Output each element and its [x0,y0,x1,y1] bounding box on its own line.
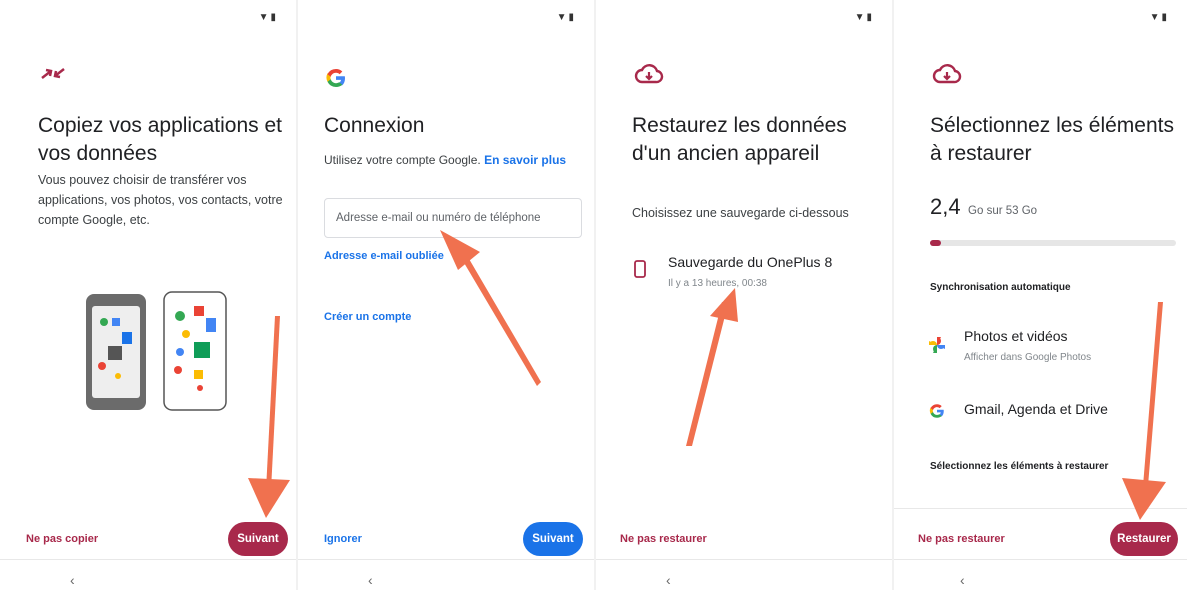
google-apps-title: Gmail, Agenda et Drive [964,401,1108,417]
back-icon[interactable]: ‹ [666,572,671,588]
nav-divider [894,559,1187,560]
skip-button[interactable]: Ignorer [324,533,362,545]
nav-divider [298,559,594,560]
status-bar: ▼▮ [855,12,874,23]
phone-icon [634,260,646,278]
back-icon[interactable]: ‹ [368,572,373,588]
forgot-email-link[interactable]: Adresse e-mail oubliée [324,250,444,262]
screen-copy-apps: ▼▮ Copiez vos applications et vos donnée… [0,0,296,590]
screen-restore-data: ▼▮ Restaurez les données d'un ancien app… [596,0,892,590]
photos-item[interactable]: Photos et vidéos Afficher dans Google Ph… [924,322,1174,368]
skip-restore-button[interactable]: Ne pas restaurer [620,533,707,545]
google-logo-icon [929,404,944,418]
wifi-icon: ▼ [258,12,271,23]
screen-select-items: ▼▮ Sélectionnez les éléments à restaurer… [894,0,1187,590]
next-button[interactable]: Suivant [228,522,288,556]
storage-progress-bar [930,240,1176,246]
restore-button[interactable]: Restaurer [1110,522,1178,556]
page-title: Restaurez les données d'un ancien appare… [632,114,847,165]
battery-icon: ▮ [1161,12,1169,23]
next-button[interactable]: Suivant [523,522,583,556]
learn-more-link[interactable]: En savoir plus [484,153,566,167]
wifi-icon: ▼ [1149,12,1162,23]
google-apps-item[interactable]: Gmail, Agenda et Drive [924,398,1174,424]
back-icon[interactable]: ‹ [960,572,965,588]
nav-divider [596,559,892,560]
storage-progress-fill [930,240,942,246]
skip-restore-button[interactable]: Ne pas restaurer [918,533,1005,545]
status-bar: ▼▮ [557,12,576,23]
email-input[interactable]: Adresse e-mail ou numéro de téléphone [324,198,582,238]
backup-item[interactable]: Sauvegarde du OnePlus 8 Il y a 13 heures… [626,248,876,298]
backup-time: Il y a 13 heures, 00:38 [668,278,767,289]
photos-subtitle: Afficher dans Google Photos [964,352,1092,363]
select-items-heading: Sélectionnez les éléments à restaurer [930,461,1109,472]
page-subtitle: Utilisez votre compte Google. En savoir … [324,150,566,170]
choose-backup-prompt: Choisissez une sauvegarde ci-dessous [632,206,849,220]
battery-icon: ▮ [568,12,576,23]
cloud-download-icon [634,64,664,84]
page-description: Vous pouvez choisir de transférer vos ap… [38,173,283,227]
page-title: Connexion [324,114,425,137]
action-divider [894,508,1187,509]
subtitle-text: Utilisez votre compte Google. [324,153,481,167]
wifi-icon: ▼ [556,12,569,23]
page-title: Copiez vos applications et vos données [38,114,282,165]
transfer-arrows-icon [41,68,65,79]
screen-sign-in: ▼▮ Connexion Utilisez votre compte Googl… [298,0,594,590]
skip-copy-button[interactable]: Ne pas copier [26,533,98,545]
page-title: Sélectionnez les éléments à restaurer [930,114,1174,165]
nav-divider [0,559,296,560]
screens-container: ▼▮ Copiez vos applications et vos donnée… [0,0,1187,590]
storage-summary: 2,4 Go sur 53 Go [930,194,1037,220]
create-account-link[interactable]: Créer un compte [324,311,411,323]
battery-icon: ▮ [270,12,278,23]
wifi-icon: ▼ [854,12,867,23]
storage-used-value: 2,4 [930,194,961,219]
google-photos-icon [929,337,945,353]
storage-total-text: Go sur 53 Go [968,205,1038,217]
sync-heading: Synchronisation automatique [930,282,1071,293]
photos-title: Photos et vidéos [964,328,1068,344]
google-logo-icon [326,68,345,88]
status-bar: ▼▮ [1150,12,1169,23]
battery-icon: ▮ [866,12,874,23]
back-icon[interactable]: ‹ [70,572,75,588]
status-bar: ▼▮ [259,12,278,23]
backup-name: Sauvegarde du OnePlus 8 [668,254,833,270]
phones-illustration [86,291,227,411]
cloud-download-icon [932,64,962,84]
